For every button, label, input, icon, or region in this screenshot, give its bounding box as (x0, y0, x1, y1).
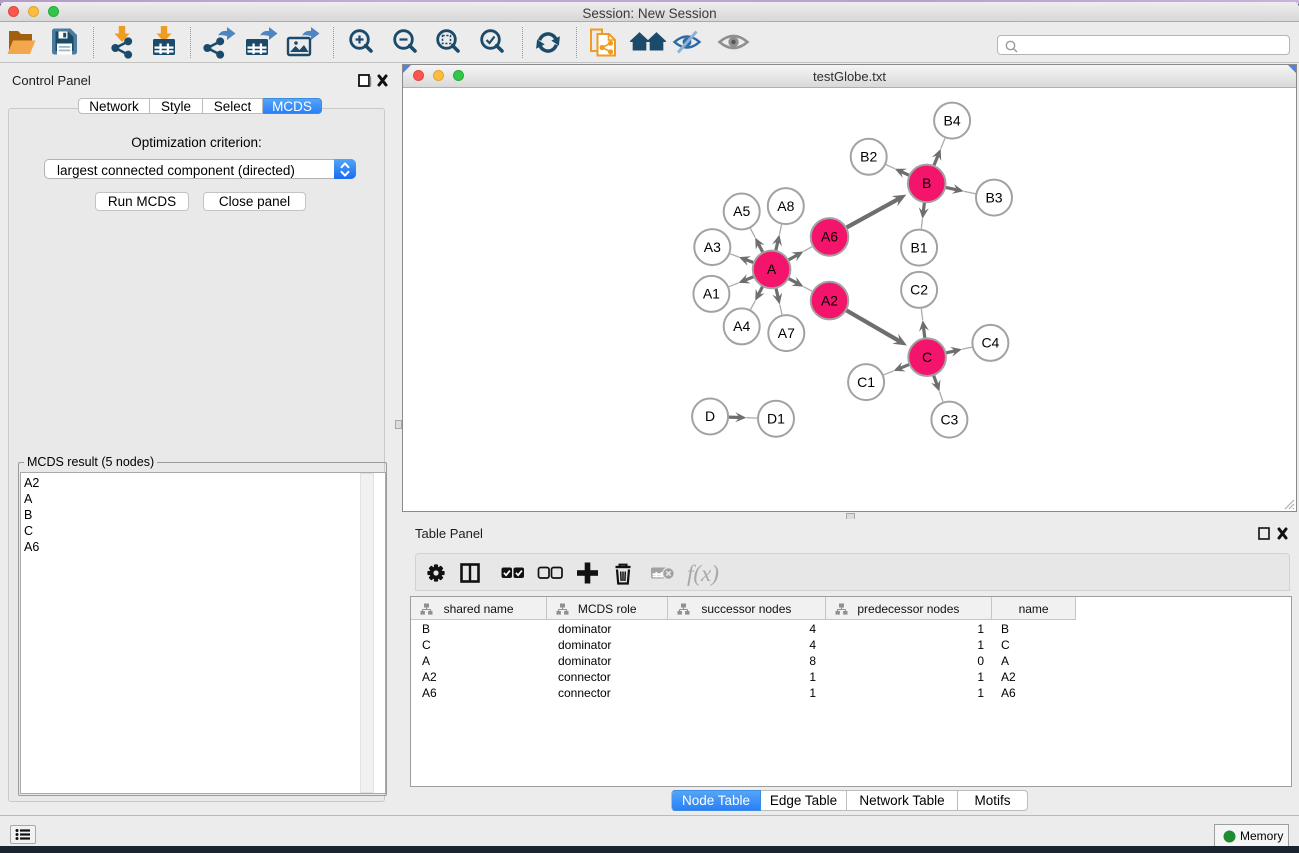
svg-text:B: B (922, 175, 931, 191)
svg-text:B2: B2 (860, 148, 877, 164)
svg-text:C1: C1 (857, 374, 875, 390)
svg-text:B1: B1 (911, 239, 928, 255)
svg-text:f(x): f(x) (687, 561, 719, 586)
svg-text:A: A (767, 261, 777, 277)
svg-text:B4: B4 (944, 112, 961, 128)
svg-text:C4: C4 (981, 335, 999, 351)
svg-text:C2: C2 (910, 282, 928, 298)
svg-text:C: C (922, 349, 932, 365)
svg-text:D1: D1 (767, 410, 785, 426)
svg-text:A1: A1 (703, 286, 720, 302)
svg-text:A4: A4 (733, 318, 750, 334)
svg-text:A7: A7 (778, 325, 795, 341)
svg-text:A6: A6 (821, 229, 838, 245)
svg-text:A5: A5 (733, 203, 750, 219)
svg-text:A3: A3 (704, 239, 721, 255)
svg-text:A2: A2 (821, 292, 838, 308)
svg-text:A8: A8 (777, 198, 794, 214)
svg-text:C3: C3 (940, 411, 958, 427)
svg-text:B3: B3 (985, 189, 1002, 205)
svg-text:D: D (705, 408, 715, 424)
